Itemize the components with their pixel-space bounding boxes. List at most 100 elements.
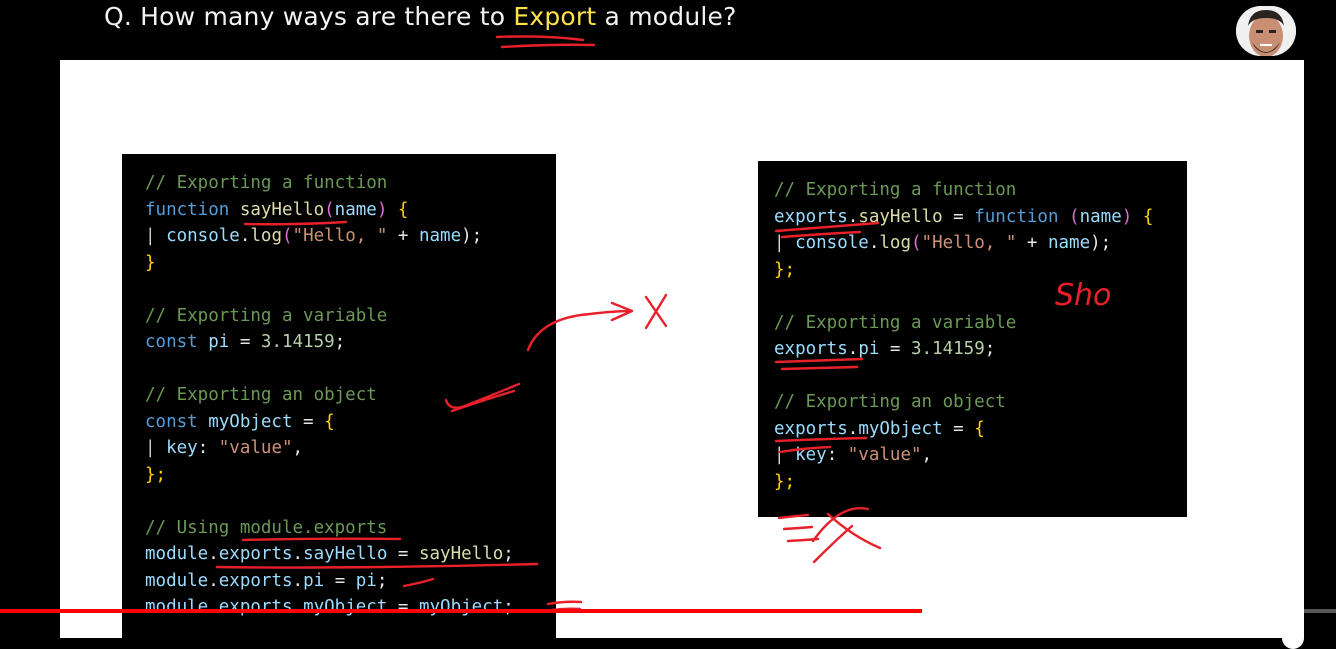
left_code-line: function sayHello(name) { — [145, 197, 556, 224]
code-token: sayHello — [239, 199, 325, 220]
question-prefix: Q. How many ways are there to — [104, 2, 514, 31]
code-token: ( — [324, 199, 335, 220]
right_code-line: }; — [774, 469, 1187, 496]
video-progress-played[interactable] — [0, 609, 922, 613]
code-token: console — [166, 226, 240, 246]
code-token: . — [292, 544, 304, 564]
code-block-module-exports: // Exporting a function function sayHello… — [122, 154, 556, 638]
code-token: module — [145, 570, 209, 591]
left_code-line — [145, 488, 556, 515]
code-token: + — [1016, 233, 1048, 253]
code-token: function — [145, 199, 240, 220]
question-highlight: Export — [513, 2, 597, 31]
code-token: { — [324, 411, 335, 432]
code-token: }; — [145, 464, 167, 485]
code-token: , — [921, 445, 933, 465]
left_code-line: const pi = 3.14159; — [145, 329, 556, 356]
code-block-exports-shorthand: // Exporting a function exports.sayHello … — [758, 161, 1187, 517]
right_code-line: // Exporting a variable — [774, 310, 1187, 337]
code-token: sayHello — [418, 544, 504, 564]
code-token: // Exporting an object — [774, 392, 1006, 412]
code-token: = — [879, 339, 911, 359]
code-token: log — [879, 233, 911, 253]
code-token: | — [774, 445, 796, 465]
left_code-line: | key: "value", — [145, 435, 556, 462]
code-token: = — [942, 206, 975, 227]
code-token: exports — [218, 597, 293, 617]
code-token: "Hello, " — [292, 226, 388, 246]
code-token: myObject — [303, 597, 388, 617]
code-token: // Exporting a variable — [774, 312, 1017, 333]
code-token: ; — [503, 597, 514, 617]
code-token: // Exporting a variable — [145, 305, 388, 326]
code-token: pi — [303, 570, 325, 591]
left_code-line — [145, 356, 556, 383]
code-token: = — [387, 544, 419, 564]
code-token: module — [145, 544, 209, 564]
code-token: . — [292, 597, 304, 617]
code-token: "value" — [847, 445, 922, 465]
code-token: pi — [858, 339, 880, 359]
presenter-face-icon — [1236, 6, 1296, 56]
code-token: sayHello — [858, 206, 943, 227]
code-token: ; — [376, 570, 388, 591]
right_code-line: exports.myObject = { — [774, 416, 1187, 443]
left_code-line: // Exporting an object — [145, 382, 556, 409]
code-token: ) — [376, 199, 398, 220]
code-token: // Exporting a function — [774, 180, 1017, 200]
code-token: ) — [1121, 206, 1143, 227]
left_code-line: } — [145, 250, 556, 277]
code-token: function — [974, 206, 1070, 227]
code-token: }; — [774, 471, 796, 492]
code-token: name — [334, 199, 377, 220]
code-token: . — [868, 233, 880, 253]
code-token: ; — [334, 332, 346, 352]
presenter-avatar — [1236, 6, 1296, 56]
left_code-line: const myObject = { — [145, 409, 556, 436]
code-token: . — [208, 570, 219, 591]
code-token: key — [795, 445, 827, 465]
right_code-line: exports.pi = 3.14159; — [774, 336, 1187, 363]
code-token: const — [145, 332, 209, 352]
code-token: "value" — [218, 438, 293, 458]
code-token: name — [1047, 233, 1091, 253]
code-token: ); — [1090, 233, 1112, 253]
right_code-line: exports.sayHello = function (name) { — [774, 204, 1187, 231]
code-token: . — [239, 226, 251, 246]
code-token: name — [418, 226, 462, 246]
code-token: name — [1079, 206, 1122, 227]
code-token: ); — [461, 226, 483, 246]
code-token: ( — [282, 226, 293, 246]
code-token: myObject — [208, 411, 293, 432]
code-token: , — [292, 438, 304, 458]
code-token: { — [974, 418, 985, 439]
code-token: } — [145, 252, 156, 273]
right_code-line: }; — [774, 257, 1187, 284]
code-token: . — [847, 418, 859, 439]
left_code-line: }; — [145, 462, 556, 489]
code-token: key — [166, 438, 198, 458]
left_code-line: // Exporting a variable — [145, 303, 556, 330]
code-token: // Exporting a function — [145, 173, 388, 193]
code-token: 3.14159 — [260, 332, 335, 352]
code-token: "Hello, " — [921, 233, 1017, 253]
code-token: exports — [774, 206, 848, 227]
code-token: log — [250, 226, 282, 246]
code-token: . — [847, 339, 859, 359]
question-title: Q. How many ways are there to Export a m… — [104, 2, 737, 31]
left_code-line: // Exporting a function — [145, 170, 556, 197]
left_code-line: module.exports.pi = pi; — [145, 568, 556, 595]
video-scrubber-handle[interactable] — [1282, 627, 1304, 649]
code-token: module — [145, 597, 209, 617]
code-token: | — [145, 226, 167, 246]
right_code-line: | console.log("Hello, " + name); — [774, 230, 1187, 257]
code-token: { — [397, 199, 409, 220]
code-token: sayHello — [303, 544, 388, 564]
code-token: exports — [774, 418, 848, 439]
right_code-line: | key: "value", — [774, 442, 1187, 469]
code-token: . — [292, 570, 304, 591]
left_code-line: module.exports.myObject = myObject; — [145, 594, 556, 621]
code-token: console — [795, 233, 869, 253]
question-suffix: a module? — [596, 2, 737, 31]
right_code-line: // Exporting an object — [774, 389, 1187, 416]
